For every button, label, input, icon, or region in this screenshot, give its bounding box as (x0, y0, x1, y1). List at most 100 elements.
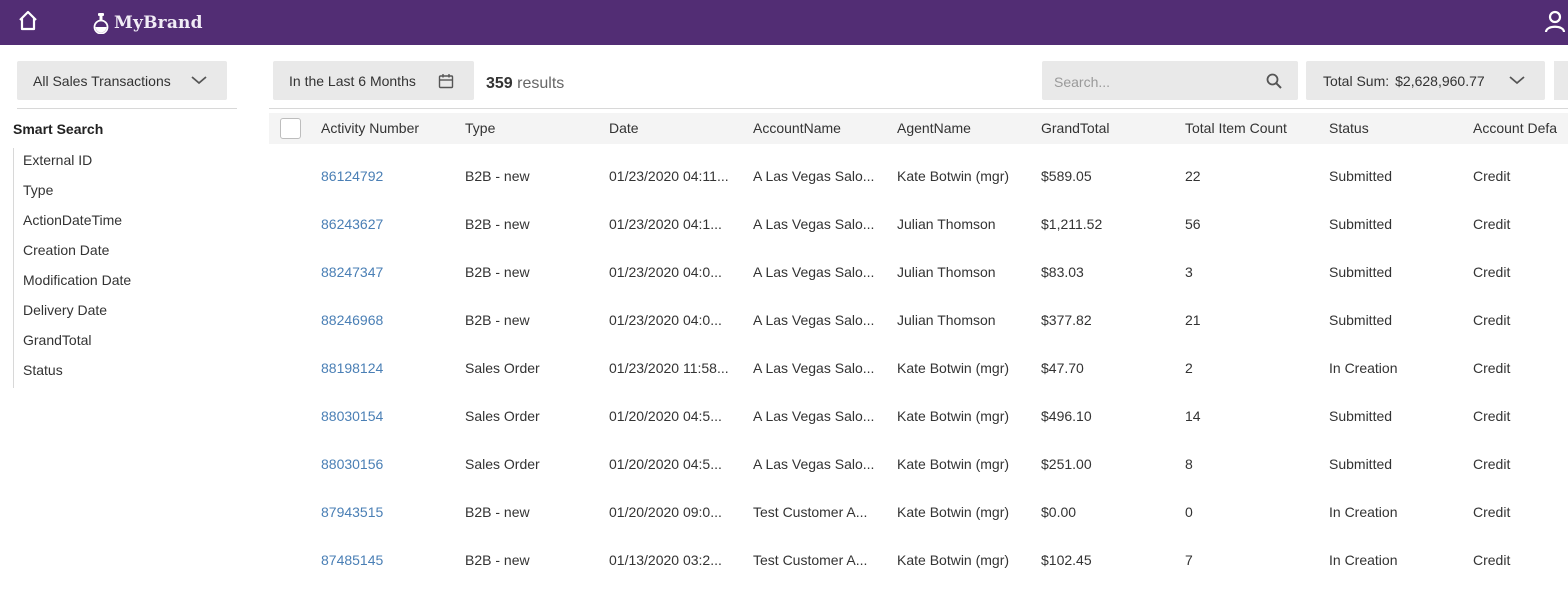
column-header[interactable]: AccountName (753, 120, 841, 136)
table-row[interactable]: 88030154 Sales Order 01/20/2020 04:5... A L… (269, 394, 1568, 442)
table-cell: 01/23/2020 11:58... (609, 360, 729, 376)
table-cell: B2B - new (465, 216, 530, 232)
table-row[interactable]: 88246968 B2B - new 01/23/2020 04:0... A Las… (269, 298, 1568, 346)
table-cell: Submitted (1329, 456, 1393, 472)
table-row[interactable]: 86243627 B2B - new 01/23/2020 04:1... A Las… (269, 202, 1568, 250)
table-cell: B2B - new (465, 504, 530, 520)
table-cell: A Las Vegas Salo... (753, 168, 875, 184)
table-cell: Credit (1473, 456, 1511, 472)
search-icon[interactable] (1266, 73, 1282, 89)
total-sum-label: Total Sum: (1323, 72, 1390, 89)
activity-number-link[interactable]: 86124792 (321, 168, 451, 184)
activity-number-link[interactable]: 88030154 (321, 408, 451, 424)
table-row[interactable]: 87943515 B2B - new 01/20/2020 09:0... Test … (269, 490, 1568, 538)
table-header: Activity Number Type Date AccountName Ag… (269, 113, 1568, 144)
table-cell: Julian Thomson (897, 312, 996, 328)
smart-search-field[interactable]: External ID (13, 148, 131, 178)
table-cell: Credit (1473, 312, 1511, 328)
table-cell: In Creation (1329, 504, 1398, 520)
smart-search-field[interactable]: Delivery Date (13, 298, 131, 328)
activity-number-link[interactable]: 88030156 (321, 456, 451, 472)
list-select-dropdown[interactable]: All Sales Transactions (17, 61, 227, 100)
table-row[interactable]: 88247347 B2B - new 01/23/2020 04:0... A Las… (269, 250, 1568, 298)
toolbar-more-button[interactable] (1554, 61, 1568, 100)
activity-number-link[interactable]: 88246968 (321, 312, 451, 328)
chevron-down-icon (1509, 76, 1525, 85)
table-cell: 01/20/2020 09:0... (609, 504, 722, 520)
column-header[interactable]: AgentName (897, 120, 971, 136)
table-cell: 3 (1185, 264, 1193, 280)
activity-number-link[interactable]: 86243627 (321, 216, 451, 232)
user-icon[interactable] (1543, 9, 1567, 33)
table-cell: Submitted (1329, 264, 1393, 280)
table-cell: Sales Order (465, 360, 540, 376)
sidebar-divider (17, 108, 237, 109)
activity-number-link[interactable]: 88247347 (321, 264, 451, 280)
table-cell: $1,211.52 (1041, 216, 1103, 232)
table-cell: Submitted (1329, 168, 1393, 184)
smart-search-field[interactable]: Modification Date (13, 268, 131, 298)
search-input[interactable] (1042, 61, 1276, 102)
column-header[interactable]: GrandTotal (1041, 120, 1109, 136)
search-box (1042, 61, 1298, 102)
results-number: 359 (486, 75, 513, 92)
table-cell: Submitted (1329, 408, 1393, 424)
table-cell: Credit (1473, 168, 1511, 184)
table-cell: B2B - new (465, 264, 530, 280)
table-cell: 01/23/2020 04:0... (609, 312, 722, 328)
select-all-checkbox[interactable] (280, 118, 301, 139)
table-cell: A Las Vegas Salo... (753, 312, 875, 328)
column-header[interactable]: Type (465, 120, 495, 136)
table-cell: Kate Botwin (mgr) (897, 504, 1010, 520)
activity-number-link[interactable]: 87943515 (321, 504, 451, 520)
smart-search-field[interactable]: GrandTotal (13, 328, 131, 358)
table-cell: 01/20/2020 04:5... (609, 456, 722, 472)
smart-search-field[interactable]: Status (13, 358, 131, 388)
table-cell: $83.03 (1041, 264, 1084, 280)
column-header[interactable]: Total Item Count (1185, 120, 1287, 136)
activity-number-link[interactable]: 87485145 (321, 552, 451, 568)
table-row[interactable]: 86124792 B2B - new 01/23/2020 04:11... A La… (269, 154, 1568, 202)
calendar-icon (438, 74, 454, 89)
smart-search-field[interactable]: ActionDateTime (13, 208, 131, 238)
table-cell: 14 (1185, 408, 1201, 424)
table-cell: B2B - new (465, 552, 530, 568)
chevron-down-icon (191, 76, 207, 85)
table-cell: Credit (1473, 552, 1511, 568)
table-cell: 01/23/2020 04:1... (609, 216, 722, 232)
table-cell: Kate Botwin (mgr) (897, 360, 1010, 376)
smart-search-title: Smart Search (13, 121, 104, 137)
column-header[interactable]: Activity Number (321, 120, 419, 136)
flask-icon (93, 13, 109, 34)
table-row[interactable]: 88198124 Sales Order 01/23/2020 11:58... A … (269, 346, 1568, 394)
smart-search-field[interactable]: Type (13, 178, 131, 208)
column-header[interactable]: Status (1329, 120, 1369, 136)
table-cell: 01/20/2020 04:5... (609, 408, 722, 424)
table-cell: Credit (1473, 360, 1511, 376)
activity-number-link[interactable]: 88198124 (321, 360, 451, 376)
table-cell: 01/23/2020 04:11... (609, 168, 729, 184)
total-sum-dropdown[interactable]: Total Sum: $2,628,960.77 (1306, 61, 1545, 100)
table-cell: Kate Botwin (mgr) (897, 168, 1010, 184)
column-header[interactable]: Account Defa (1473, 120, 1557, 136)
table-cell: In Creation (1329, 360, 1398, 376)
table-row[interactable]: 88030156 Sales Order 01/20/2020 04:5... A L… (269, 442, 1568, 490)
table-cell: $377.82 (1041, 312, 1092, 328)
table-cell: A Las Vegas Salo... (753, 360, 875, 376)
table-cell: A Las Vegas Salo... (753, 408, 875, 424)
table-cell: Sales Order (465, 456, 540, 472)
column-header[interactable]: Date (609, 120, 639, 136)
table-cell: A Las Vegas Salo... (753, 456, 875, 472)
brand-logo[interactable]: MyBrand (92, 11, 203, 35)
table-cell: Julian Thomson (897, 264, 996, 280)
home-icon[interactable] (17, 9, 39, 33)
smart-search-field[interactable]: Creation Date (13, 238, 131, 268)
table-divider (269, 108, 1568, 109)
table-cell: 21 (1185, 312, 1201, 328)
table-cell: $0.00 (1041, 504, 1077, 520)
total-sum-value: $2,628,960.77 (1395, 72, 1485, 89)
table-cell: In Creation (1329, 552, 1398, 568)
table-row[interactable]: 87485145 B2B - new 01/13/2020 03:2... Test … (269, 538, 1568, 586)
table-cell: 56 (1185, 216, 1201, 232)
date-filter-button[interactable]: In the Last 6 Months (273, 61, 474, 100)
